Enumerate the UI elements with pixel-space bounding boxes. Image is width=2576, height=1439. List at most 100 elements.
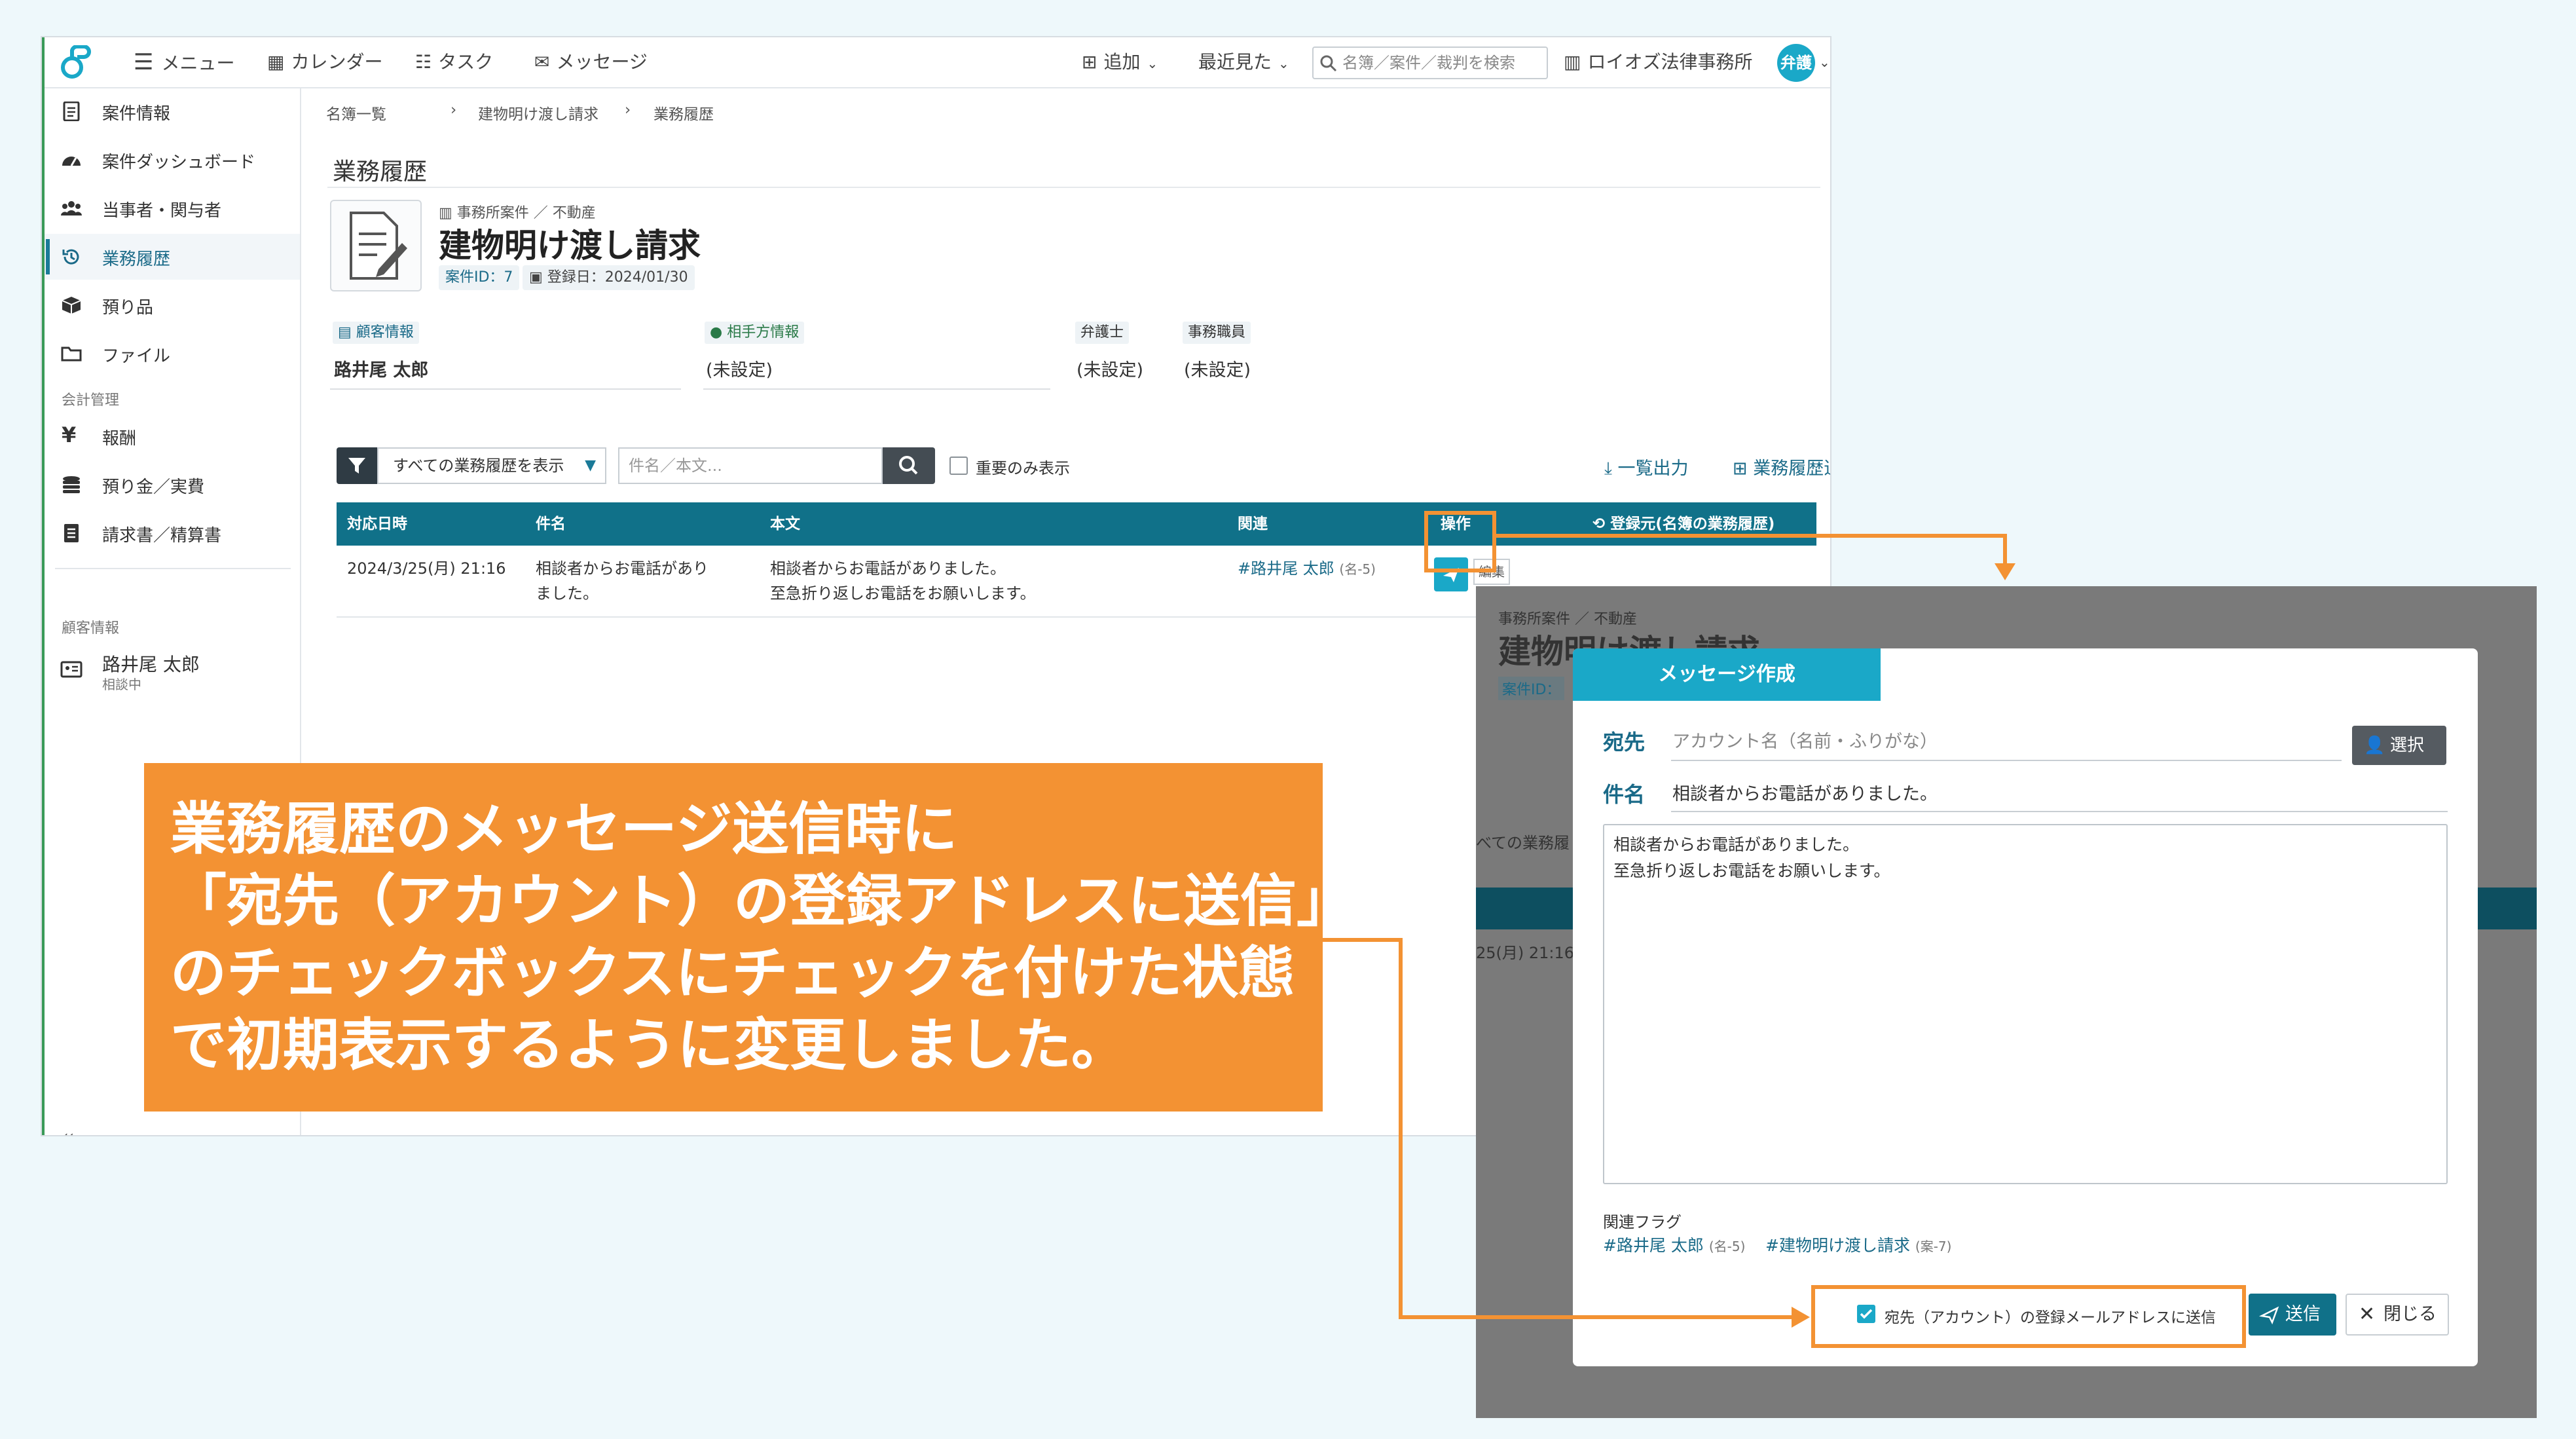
highlight-checkbox-option (1811, 1285, 2246, 1348)
registered-date-badge: ▣ 登録日：2024/01/30 (523, 265, 695, 290)
row-related-tag[interactable]: #路井尾 太郎 (名-5) (1238, 556, 1376, 582)
close-icon: ✕ (2359, 1303, 2376, 1326)
callout-line-2: 「宛先（アカウント）の登録アドレスに送信」 (170, 869, 1353, 934)
invoice-icon (64, 524, 79, 542)
lawyer-value: (未設定) (1076, 360, 1144, 381)
chevron-down-icon: ⌄ (1278, 56, 1289, 71)
message-link[interactable]: ✉ メッセージ (534, 49, 648, 75)
breadcrumb-separator-icon: › (451, 102, 457, 119)
plus-square-icon: ⊞ (1733, 458, 1754, 479)
calendar-icon: ▦ (267, 51, 285, 73)
arrow-right-icon (1792, 1307, 1810, 1328)
breadcrumb-item-case[interactable]: 建物明け渡し請求 (478, 102, 598, 124)
backdrop-date-fragment: 25(月) 21:16 (1476, 944, 1575, 962)
building-icon: ▥ (1564, 51, 1581, 73)
add-user-icon: 👤 (2364, 736, 2385, 755)
dashboard-icon (62, 157, 81, 166)
keyword-search-button[interactable] (883, 447, 935, 484)
calendar-link[interactable]: ▦ カレンダー (267, 49, 382, 75)
app-logo-icon[interactable] (58, 45, 97, 82)
history-table-header: 対応日時 件名 本文 関連 操作 ⟲ 登録元(名簿の業務履歴) (337, 502, 1816, 546)
sidebar-item-parties[interactable]: 当事者・関与者 (42, 185, 300, 231)
sidebar-item-files[interactable]: ファイル (42, 331, 300, 377)
envelope-icon: ✉ (534, 51, 550, 73)
document-icon (63, 102, 80, 121)
sidebar-client-name: 路井尾 太郎 (102, 654, 200, 675)
sidebar-item-invoice[interactable]: 請求書／精算書 (42, 510, 300, 556)
subject-input[interactable]: 相談者からお電話がありました。 (1672, 779, 1938, 805)
download-icon: ⤓ (1604, 458, 1618, 479)
arrow-down-icon (1995, 563, 2015, 580)
menu-button[interactable]: ☰ メニュー (134, 49, 235, 75)
calendar-icon: ▣ (529, 269, 547, 286)
add-dropdown[interactable]: ⊞ 追加 ⌄ (1082, 49, 1158, 75)
client-info-value[interactable]: 路井尾 太郎 (334, 356, 428, 381)
chevron-down-icon[interactable]: ⌄ (1819, 49, 1830, 75)
sidebar-item-expenses[interactable]: 預り金／実費 (42, 462, 300, 508)
connector-line (1496, 534, 2007, 538)
body-textarea[interactable]: 相談者からお電話がありました。 至急折り返しお電話をお願いします。 (1603, 824, 2448, 1184)
user-avatar[interactable]: 弁護 (1777, 44, 1815, 82)
highlight-send-button (1424, 511, 1496, 572)
coins-icon (63, 476, 80, 493)
paper-plane-icon (2259, 1306, 2279, 1325)
subject-input-underline (1671, 811, 2448, 812)
callout-line-4: で初期表示するように変更しました。 (170, 1013, 1128, 1078)
breadcrumb-item-roster[interactable]: 名簿一覧 (326, 102, 386, 124)
sidebar-collapse-button[interactable]: « (59, 1123, 75, 1135)
callout-line-3: のチェックボックスにチェックを付けた状態 (170, 941, 1295, 1006)
message-compose-modal: メッセージ作成 宛先 アカウント名（名前・ふりがな） 👤 選択 件名 相談者から… (1573, 648, 2478, 1366)
send-button[interactable]: 送信 (2249, 1294, 2336, 1336)
keyword-search-input[interactable]: 件名／本文... (618, 447, 883, 484)
case-title: 建物明け渡し請求 (439, 227, 701, 265)
column-header-source: ⟲ 登録元(名簿の業務履歴) (1592, 515, 1775, 533)
case-document-icon (330, 200, 422, 291)
modal-tab-compose[interactable]: メッセージ作成 (1573, 648, 1881, 701)
search-icon (899, 456, 918, 475)
opponent-info-underline (703, 388, 1050, 390)
breadcrumb-item-history: 業務履歴 (653, 106, 714, 123)
global-search-input[interactable]: 名簿／案件／裁判を検索 (1312, 47, 1548, 79)
list-icon: ☷ (415, 51, 432, 73)
opponent-info-value: (未設定) (706, 360, 773, 381)
sidebar-item-fee[interactable]: ¥ 報酬 (42, 413, 300, 459)
related-flag-case[interactable]: #建物明け渡し請求 (案-7) (1765, 1233, 1951, 1256)
top-navbar: ☰ メニュー ▦ カレンダー ☷ タスク ✉ メッセージ ⊞ 追加 ⌄ 最近見た ⌄ 名簿／案… (42, 37, 1830, 88)
lawyer-label: 弁護士 (1075, 322, 1130, 344)
recent-dropdown[interactable]: 最近見た ⌄ (1198, 49, 1289, 75)
sidebar-client-status: 相談中 (102, 677, 141, 692)
column-header-subject: 件名 (536, 515, 566, 533)
sidebar-item-case-info[interactable]: 案件情報 (42, 88, 300, 134)
to-input[interactable]: アカウント名（名前・ふりがな） (1672, 727, 1938, 753)
caret-down-icon: ▼ (585, 457, 596, 474)
office-selector[interactable]: ▥ ロイオズ法律事務所 (1564, 49, 1752, 75)
staff-value: (未設定) (1184, 360, 1251, 381)
sidebar-client-card[interactable]: 路井尾 太郎 相談中 (42, 646, 300, 699)
task-link[interactable]: ☷ タスク (415, 49, 493, 75)
connector-line (1323, 938, 1403, 942)
important-only-label: 重要のみ表示 (976, 459, 1070, 477)
column-header-datetime[interactable]: 対応日時 (347, 502, 407, 546)
sidebar-divider (55, 568, 291, 569)
sidebar-item-dashboard[interactable]: 案件ダッシュボード (42, 137, 300, 183)
backdrop-case-id: 案件ID： (1498, 677, 1565, 700)
search-icon (1320, 55, 1337, 72)
callout-line-1: 業務履歴のメッセージ送信時に (170, 796, 958, 862)
opponent-info-label: ● 相手方情報 (705, 322, 805, 344)
export-link[interactable]: ⤓ 一覧出力 (1604, 454, 1689, 479)
row-datetime: 2024/3/25(月) 21:16 (347, 559, 506, 578)
plus-square-icon: ⊞ (1082, 51, 1097, 73)
subject-label: 件名 (1603, 782, 1646, 807)
add-history-link[interactable]: ⊞ 業務履歴追加 (1733, 454, 1830, 479)
history-filter-select[interactable]: すべての業務履歴を表示 ▼ (377, 447, 606, 484)
close-button[interactable]: ✕ 閉じる (2346, 1294, 2449, 1336)
id-card-icon (60, 661, 83, 678)
title-divider (327, 187, 1820, 188)
sidebar-item-deposits[interactable]: 預り品 (42, 282, 300, 328)
column-header-related: 関連 (1238, 515, 1268, 533)
related-flag-client[interactable]: #路井尾 太郎 (名-5) (1603, 1233, 1745, 1256)
select-recipient-button[interactable]: 👤 選択 (2352, 726, 2446, 765)
important-only-checkbox[interactable] (949, 457, 968, 475)
filter-button[interactable] (337, 447, 377, 484)
sidebar-item-history[interactable]: 業務履歴 (42, 234, 300, 280)
